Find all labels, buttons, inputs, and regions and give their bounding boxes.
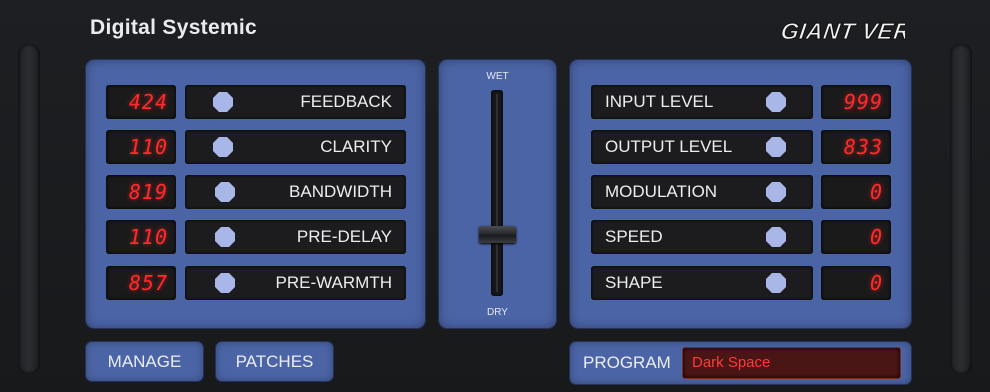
plugin-window: Digital Systemic GIANT VERB 424 FEEDBACK… — [0, 0, 990, 392]
clarity-label: CLARITY — [320, 137, 392, 156]
svg-text:GIANT VERB: GIANT VERB — [780, 18, 905, 44]
pre-delay-control[interactable]: PRE-DELAY — [185, 220, 406, 254]
pre-warmth-display: 857 — [106, 266, 176, 300]
feedback-label: FEEDBACK — [300, 92, 392, 111]
speed-display: 0 — [821, 220, 891, 254]
input-level-label: INPUT LEVEL — [605, 92, 714, 111]
modulation-display: 0 — [821, 175, 891, 209]
speed-knob-icon[interactable] — [766, 227, 786, 247]
dry-label: DRY — [487, 307, 508, 318]
output-level-display: 833 — [821, 130, 891, 164]
pre-warmth-knob-icon[interactable] — [215, 273, 235, 293]
input-level-control[interactable]: INPUT LEVEL — [591, 85, 813, 119]
shape-knob-icon[interactable] — [766, 273, 786, 293]
bandwidth-knob-icon[interactable] — [215, 182, 235, 202]
output-level-control[interactable]: OUTPUT LEVEL — [591, 130, 813, 164]
bandwidth-control[interactable]: BANDWIDTH — [185, 175, 406, 209]
pre-delay-label: PRE-DELAY — [296, 227, 392, 246]
pre-delay-display: 110 — [106, 220, 176, 254]
feedback-display: 424 — [106, 85, 176, 119]
patches-button[interactable]: PATCHES — [216, 342, 333, 381]
program-label: PROGRAM — [583, 353, 671, 372]
wet-dry-fader-handle[interactable] — [479, 226, 516, 244]
shape-display: 0 — [821, 266, 891, 300]
wet-dry-panel: WET DRY — [439, 60, 556, 328]
left-rack-rail — [18, 44, 40, 374]
right-rack-rail — [950, 44, 972, 374]
parameter-panel-right: INPUT LEVEL 999 OUTPUT LEVEL 833 MODULAT… — [570, 60, 911, 328]
output-level-label: OUTPUT LEVEL — [605, 137, 733, 156]
pre-warmth-label: PRE-WARMTH — [275, 273, 392, 292]
bandwidth-label: BANDWIDTH — [289, 182, 392, 201]
modulation-control[interactable]: MODULATION — [591, 175, 813, 209]
wet-dry-fader-track[interactable] — [491, 90, 503, 296]
clarity-control[interactable]: CLARITY — [185, 130, 406, 164]
program-selector: PROGRAM Dark Space — [570, 342, 911, 384]
brand-name: Digital Systemic — [90, 16, 258, 39]
program-name-display[interactable]: Dark Space — [682, 347, 901, 379]
modulation-label: MODULATION — [605, 182, 718, 201]
output-level-knob-icon[interactable] — [766, 137, 786, 157]
shape-label: SHAPE — [605, 273, 663, 292]
giant-verb-logo: GIANT VERB — [780, 18, 905, 45]
input-level-knob-icon[interactable] — [766, 92, 786, 112]
wet-label: WET — [486, 71, 509, 82]
parameter-panel-left: 424 FEEDBACK 110 CLARITY 819 BANDWIDTH 1… — [86, 60, 425, 328]
fader-groove — [496, 94, 498, 292]
modulation-knob-icon[interactable] — [766, 182, 786, 202]
pre-warmth-control[interactable]: PRE-WARMTH — [185, 266, 406, 300]
clarity-display: 110 — [106, 130, 176, 164]
pre-delay-knob-icon[interactable] — [215, 227, 235, 247]
clarity-knob-icon[interactable] — [213, 137, 233, 157]
feedback-control[interactable]: FEEDBACK — [185, 85, 406, 119]
manage-button[interactable]: MANAGE — [86, 342, 203, 381]
bandwidth-display: 819 — [106, 175, 176, 209]
feedback-knob-icon[interactable] — [213, 92, 233, 112]
speed-control[interactable]: SPEED — [591, 220, 813, 254]
shape-control[interactable]: SHAPE — [591, 266, 813, 300]
speed-label: SPEED — [605, 227, 663, 246]
input-level-display: 999 — [821, 85, 891, 119]
